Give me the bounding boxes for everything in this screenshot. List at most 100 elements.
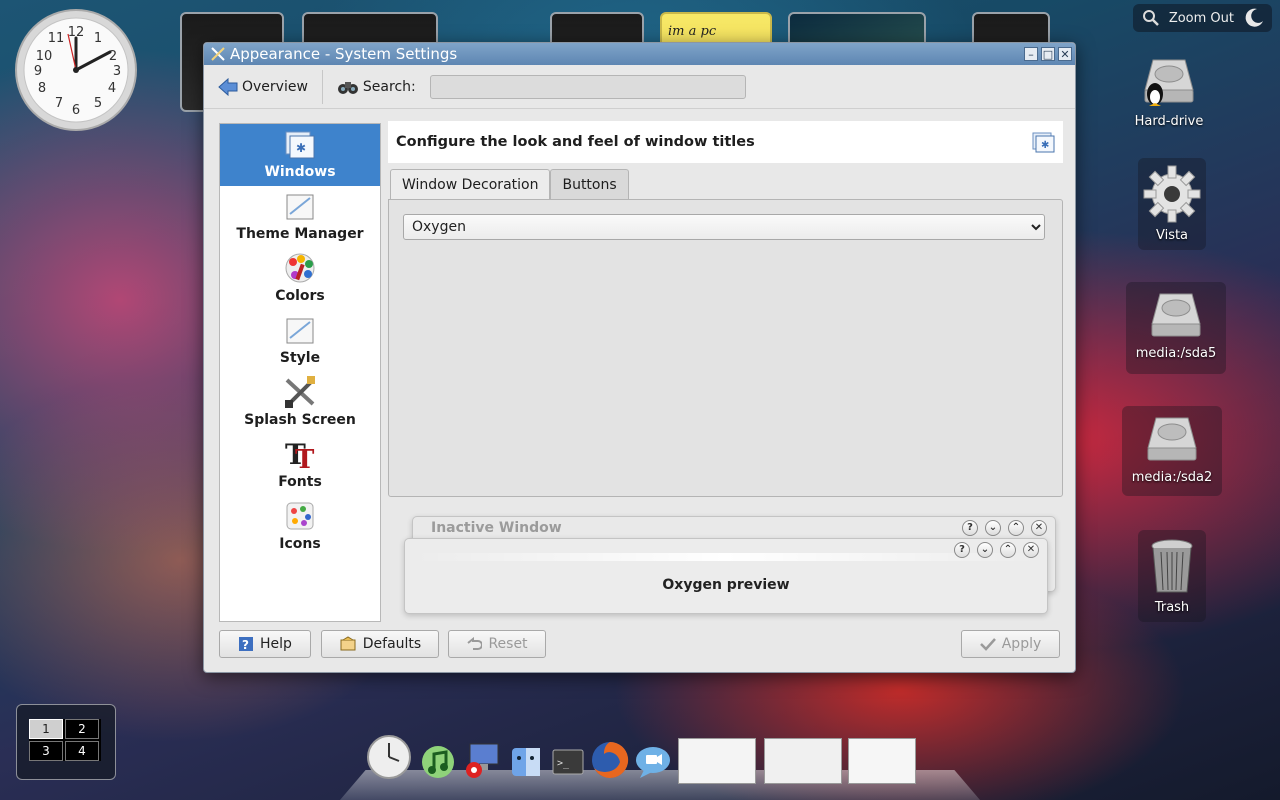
module-heading: Configure the look and feel of window ti…	[388, 121, 1063, 163]
fonts-icon: TT	[285, 438, 315, 470]
dock-window-thumb-browser[interactable]	[764, 738, 842, 784]
dock-music[interactable]	[420, 744, 456, 784]
system-settings-window[interactable]: Appearance - System Settings – □ ✕ Overv…	[203, 42, 1076, 673]
pager-desktop-2[interactable]: 2	[65, 719, 99, 739]
category-label: Colors	[275, 288, 325, 304]
decoration-panel: Oxygen	[388, 199, 1063, 497]
pager-desktop-4[interactable]: 4	[65, 741, 99, 761]
defaults-button[interactable]: Defaults	[321, 630, 439, 658]
category-fonts[interactable]: TT Fonts	[220, 434, 380, 496]
sticky-note-text: im a pc	[668, 24, 717, 39]
category-colors[interactable]: Colors	[220, 248, 380, 310]
desktop-icon-hard-drive[interactable]: Hard-drive	[1124, 48, 1214, 138]
category-style[interactable]: Style	[220, 310, 380, 372]
dock-computer[interactable]	[464, 740, 504, 784]
dock-window-thumb-settings[interactable]	[848, 738, 916, 784]
reset-button[interactable]: Reset	[448, 630, 546, 658]
apply-button[interactable]: Apply	[961, 630, 1060, 658]
minimize-button[interactable]: –	[1024, 47, 1038, 61]
search-input[interactable]	[429, 74, 746, 99]
zoom-out-label: Zoom Out	[1168, 10, 1234, 26]
desktop-icon-label: media:/sda2	[1131, 470, 1213, 485]
windows-icon: ✱	[1032, 132, 1055, 153]
dock-clock[interactable]	[366, 734, 412, 784]
preview-help-icon: ?	[962, 520, 978, 536]
desktop-icon-sda5[interactable]: media:/sda5	[1126, 282, 1226, 374]
category-label: Theme Manager	[236, 226, 364, 242]
desktop-icon-vista[interactable]: Vista	[1138, 158, 1206, 250]
pager-desktop-3[interactable]: 3	[29, 741, 63, 761]
svg-text:6: 6	[72, 103, 80, 118]
window-title: Appearance - System Settings	[230, 45, 458, 63]
category-label: Splash Screen	[244, 412, 356, 428]
terminal-icon: >_	[552, 749, 584, 775]
category-windows[interactable]: ✱ Windows	[220, 124, 380, 186]
help-button[interactable]: ? Help	[219, 630, 311, 658]
category-label: Style	[279, 350, 321, 366]
desktop-icon-label: Trash	[1154, 600, 1190, 615]
dock-chat[interactable]	[634, 744, 672, 784]
music-icon	[422, 746, 454, 778]
desktop-icon-label: media:/sda5	[1135, 346, 1217, 361]
tab-buttons[interactable]: Buttons	[550, 169, 629, 199]
toolbar: Overview Search:	[204, 65, 1075, 109]
style-icon	[286, 318, 314, 344]
svg-text:7: 7	[55, 96, 63, 111]
preview-minimize-icon: ⌄	[985, 520, 1001, 536]
overview-button[interactable]: Overview	[212, 74, 314, 100]
firefox-icon	[592, 741, 629, 778]
apply-label: Apply	[1001, 636, 1042, 652]
analog-clock-widget[interactable]: 12 1 2 345 678 9 10 11	[14, 8, 138, 132]
close-button[interactable]: ✕	[1058, 47, 1072, 61]
desktop-icon-label: Vista	[1155, 228, 1189, 243]
checkmark-icon	[979, 638, 996, 651]
defaults-label: Defaults	[362, 636, 422, 652]
dialog-button-bar: ? Help Defaults Reset Apply	[219, 630, 1060, 658]
category-icons[interactable]: Icons	[220, 496, 380, 558]
preview-close-icon: ✕	[1023, 542, 1039, 558]
preview-maximize-icon: ⌃	[1008, 520, 1024, 536]
category-splash-screen[interactable]: Splash Screen	[220, 372, 380, 434]
undo-icon	[467, 637, 483, 650]
desktop-icon-trash[interactable]: Trash	[1138, 530, 1206, 622]
dock-firefox[interactable]	[590, 740, 630, 784]
icons-icon	[286, 502, 314, 530]
category-sidebar: ✱ Windows Theme Manager Colors Style Spl…	[219, 123, 381, 622]
search-label: Search:	[362, 78, 416, 95]
back-arrow-icon	[218, 77, 238, 96]
hard-drive-tux-icon	[1144, 59, 1194, 106]
svg-text:9: 9	[34, 64, 42, 79]
hard-drive-icon	[1151, 293, 1201, 337]
module-content: Configure the look and feel of window ti…	[388, 121, 1063, 497]
dock-terminal[interactable]: >_	[550, 744, 586, 784]
svg-text:11: 11	[48, 31, 65, 46]
dock-window-thumb-firefox[interactable]	[678, 738, 756, 784]
maximize-button[interactable]: □	[1041, 47, 1055, 61]
hard-drive-icon	[1147, 417, 1197, 461]
svg-text:✱: ✱	[1041, 140, 1049, 151]
tab-window-decoration[interactable]: Window Decoration	[390, 169, 551, 199]
category-theme-manager[interactable]: Theme Manager	[220, 186, 380, 248]
desktop-icon-sda2[interactable]: media:/sda2	[1122, 406, 1222, 496]
category-label: Fonts	[278, 474, 322, 490]
svg-text:3: 3	[113, 64, 121, 79]
cashew-icon[interactable]	[1242, 6, 1266, 30]
dock-finder[interactable]	[508, 744, 544, 784]
zoom-out-button[interactable]: Zoom Out	[1132, 4, 1272, 32]
colors-palette-icon	[285, 253, 315, 283]
gear-icon	[1143, 165, 1201, 223]
pager-desktop-1[interactable]: 1	[29, 719, 63, 739]
clock-icon: 12 12 345 678 91011	[15, 9, 137, 131]
binoculars-icon	[337, 81, 358, 94]
dock: >_	[340, 728, 980, 800]
search-icon	[1142, 10, 1159, 26]
clock-icon	[367, 735, 411, 779]
window-titlebar[interactable]: Appearance - System Settings – □ ✕	[204, 43, 1075, 65]
desktop-pager[interactable]: 1 2 3 4	[16, 704, 116, 780]
svg-text:4: 4	[108, 81, 116, 96]
decoration-select[interactable]: Oxygen	[403, 214, 1045, 240]
theme-manager-icon	[286, 194, 314, 220]
overview-label: Overview	[242, 78, 308, 95]
help-icon: ?	[239, 637, 254, 652]
svg-text:1: 1	[94, 31, 102, 46]
